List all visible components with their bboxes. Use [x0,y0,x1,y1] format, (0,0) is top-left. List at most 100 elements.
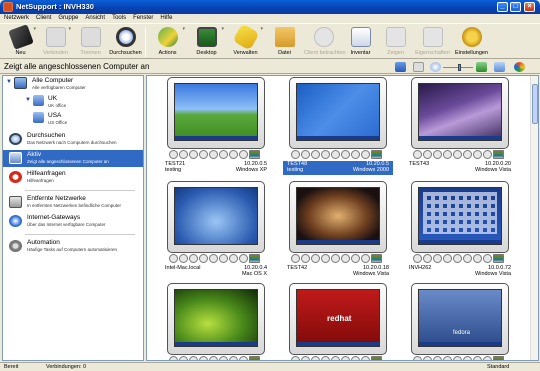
keyboard-icon[interactable] [433,150,442,159]
settings-button[interactable]: Einstellungen [452,24,491,60]
keyboard-icon[interactable] [311,356,320,360]
screen-thumbnail[interactable] [296,187,380,245]
chat-icon[interactable] [291,356,300,360]
mouse-icon[interactable] [321,356,330,360]
lock-icon[interactable] [179,150,188,159]
manage-button[interactable]: ▾ Verwalten [226,23,265,60]
printer-icon[interactable] [239,356,248,360]
sidebar-item-gateways[interactable]: Internet-Gateways Über das Internet verf… [3,213,143,230]
client-caption[interactable]: TEST21 10.20.0.5 testing Windows XP [161,161,271,175]
sidebar-item-uk[interactable]: ▼ UK UK office [3,94,143,110]
actions-button[interactable]: ▾ Actions [148,24,187,60]
web-icon[interactable] [331,150,340,159]
lock-icon[interactable] [301,254,310,263]
lock-icon[interactable] [179,254,188,263]
sort-icon[interactable] [413,62,424,72]
browse-button[interactable]: Durchsuchen [108,24,143,60]
client-thumbnail[interactable]: TEST43 10.20.0.20 Windows Vista [405,77,515,177]
printer-icon[interactable] [483,254,492,263]
screen-thumbnail[interactable] [174,83,258,141]
scrollbar-thumb[interactable] [532,84,538,124]
minimize-button[interactable]: _ [497,2,508,12]
sidebar-item-alle[interactable]: ▼ Alle Computer Alle verfügbaren Compute… [3,76,143,93]
audio-icon[interactable] [351,150,360,159]
zoom-icon[interactable] [430,62,441,72]
printer-icon[interactable] [361,356,370,360]
screen-thumbnail[interactable]: redhat [296,289,380,347]
screen-thumbnail[interactable] [296,83,380,141]
chat-icon[interactable] [413,356,422,360]
properties-button[interactable]: Eigenschaften [413,24,452,60]
sidebar-item-automation[interactable]: Automation Häufige Tasks auf Computern a… [3,238,143,255]
printer-icon[interactable] [239,150,248,159]
close-button[interactable]: × [524,2,535,12]
show-button[interactable]: Zeigen [378,24,413,60]
app-icon[interactable] [219,254,228,263]
lock-icon[interactable] [301,150,310,159]
client-thumbnail[interactable]: TEST42 10.20.0.18 Windows Vista [283,181,393,281]
collapse-arrow-icon[interactable]: ▼ [6,79,12,85]
printer-icon[interactable] [483,356,492,360]
inventory-button[interactable]: Inventar [343,24,378,60]
vertical-scrollbar[interactable] [530,76,538,360]
mouse-icon[interactable] [443,150,452,159]
keyboard-icon[interactable] [189,356,198,360]
chat-icon[interactable] [291,254,300,263]
screen-thumbnail[interactable] [174,289,258,347]
client-thumbnail[interactable]: fedora [405,283,515,360]
printer-icon[interactable] [361,254,370,263]
collapse-arrow-icon[interactable]: ▼ [25,97,31,103]
menu-fenster[interactable]: Fenster [133,14,153,23]
desktop-button[interactable]: ▾ Desktop [187,24,226,60]
menu-netzwerk[interactable]: Netzwerk [4,14,29,23]
app-icon[interactable] [341,356,350,360]
arrange-icon[interactable] [476,62,487,72]
keyboard-icon[interactable] [433,254,442,263]
web-icon[interactable] [209,356,218,360]
client-thumbnail[interactable] [161,283,271,360]
client-caption[interactable]: Intel-Mac.local 10.20.0.4 Mac OS X [161,265,271,279]
keyboard-icon[interactable] [433,356,442,360]
menu-hilfe[interactable]: Hilfe [160,14,172,23]
disconnect-button[interactable]: Trennen [73,24,108,60]
web-icon[interactable] [453,254,462,263]
audio-icon[interactable] [473,150,482,159]
fit-icon[interactable] [494,62,505,72]
keyboard-icon[interactable] [189,150,198,159]
client-caption[interactable]: TEST43 10.20.0.20 Windows Vista [405,161,515,175]
app-icon[interactable] [463,356,472,360]
printer-icon[interactable] [239,254,248,263]
app-icon[interactable] [3,2,13,12]
app-icon[interactable] [219,150,228,159]
lock-icon[interactable] [179,356,188,360]
color-icon[interactable] [514,62,525,72]
sidebar-item-hilfe[interactable]: Hilfeanfragen Hilfeanfragen [3,169,143,186]
lock-icon[interactable] [423,254,432,263]
sidebar-item-entfernt[interactable]: Entfernte Netzwerke In entfernten Netzwe… [3,194,143,211]
chat-icon[interactable] [169,356,178,360]
mouse-icon[interactable] [199,356,208,360]
audio-icon[interactable] [351,356,360,360]
app-icon[interactable] [219,356,228,360]
zoom-slider[interactable] [443,64,473,71]
client-caption[interactable]: TEST48 10.20.0.5 testing Windows 2000 [283,161,393,175]
lock-icon[interactable] [301,356,310,360]
zoom-slider-knob[interactable] [458,64,461,71]
keyboard-icon[interactable] [311,150,320,159]
screen-thumbnail[interactable] [174,187,258,245]
mouse-icon[interactable] [321,150,330,159]
audio-icon[interactable] [229,150,238,159]
menu-tools[interactable]: Tools [112,14,126,23]
web-icon[interactable] [209,254,218,263]
sidebar-item-aktiv[interactable]: Aktiv Zeigt alle angeschlossenen Compute… [3,150,143,167]
printer-icon[interactable] [483,150,492,159]
audio-icon[interactable] [229,254,238,263]
keyboard-icon[interactable] [311,254,320,263]
menu-ansicht[interactable]: Ansicht [85,14,105,23]
chat-icon[interactable] [169,254,178,263]
client-caption[interactable]: INVH262 10.0.0.72 Windows Vista [405,265,515,279]
mouse-icon[interactable] [199,254,208,263]
client-caption[interactable]: TEST42 10.20.0.18 Windows Vista [283,265,393,279]
app-icon[interactable] [463,150,472,159]
audio-icon[interactable] [473,254,482,263]
